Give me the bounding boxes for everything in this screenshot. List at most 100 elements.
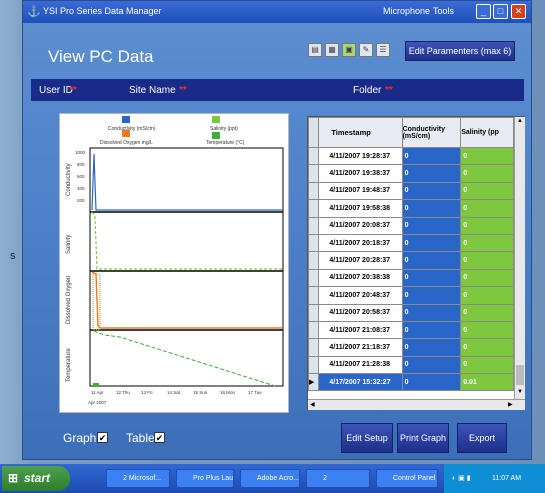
conductivity-cell[interactable]: 0 — [401, 233, 462, 253]
timestamp-cell[interactable]: 4/11/2007 21:28:38 — [318, 355, 403, 375]
data-table-panel[interactable]: Timestamp Conductivity (mS/cm) Salinity … — [307, 116, 525, 410]
table-row[interactable]: ▶ 4/17/2007 15:32:27 0 0.01 — [307, 373, 514, 392]
salinity-cell[interactable]: 0 — [460, 164, 514, 183]
scroll-right-arrow[interactable]: ▶ — [508, 401, 513, 408]
timestamp-cell[interactable]: 4/11/2007 20:38:38 — [318, 268, 403, 288]
conductivity-cell[interactable]: 0 — [401, 355, 462, 375]
row-selector[interactable] — [307, 181, 320, 201]
table-row[interactable]: 4/11/2007 19:48:37 0 0 — [307, 181, 514, 201]
salinity-cell[interactable]: 0 — [460, 286, 514, 305]
task-pro-plus[interactable]: Pro Plus Lau... — [176, 469, 234, 488]
timestamp-cell[interactable]: 4/11/2007 20:18:37 — [318, 233, 403, 253]
conductivity-cell[interactable]: 0 — [401, 303, 462, 322]
row-selector[interactable] — [307, 233, 320, 253]
timestamp-cell[interactable]: 4/11/2007 19:58:38 — [318, 199, 403, 218]
table-row[interactable]: 4/11/2007 20:58:37 0 0 — [307, 303, 514, 322]
maximize-button[interactable]: □ — [493, 4, 508, 19]
start-button[interactable]: ⊞ start — [2, 466, 70, 491]
graph-checkbox[interactable]: ✔ — [97, 432, 108, 443]
row-selector[interactable] — [307, 146, 320, 166]
salinity-cell[interactable]: 0 — [460, 251, 514, 270]
timestamp-cell[interactable]: 4/11/2007 20:58:37 — [318, 303, 403, 322]
table-row[interactable]: 4/11/2007 19:28:37 0 0 — [307, 146, 514, 166]
scroll-thumb[interactable] — [516, 365, 524, 385]
view-both-icon[interactable]: ▣ — [342, 43, 356, 57]
table-row[interactable]: 4/11/2007 20:48:37 0 0 — [307, 286, 514, 305]
timestamp-cell[interactable]: 4/11/2007 21:08:37 — [318, 320, 403, 340]
scroll-up-arrow[interactable]: ▲ — [517, 118, 523, 124]
salinity-cell[interactable]: 0 — [460, 146, 514, 166]
timestamp-cell[interactable]: 4/11/2007 19:38:37 — [318, 164, 403, 183]
salinity-cell[interactable]: 0 — [460, 268, 514, 288]
conductivity-cell[interactable]: 0 — [401, 268, 462, 288]
salinity-cell[interactable]: 0 — [460, 355, 514, 375]
table-row[interactable]: 4/11/2007 21:28:38 0 0 — [307, 355, 514, 375]
salinity-cell[interactable]: 0 — [460, 338, 514, 357]
row-selector[interactable] — [307, 320, 320, 340]
salinity-cell[interactable]: 0 — [460, 181, 514, 201]
close-button[interactable]: ✕ — [511, 4, 526, 19]
view-graph-icon[interactable]: ▤ — [308, 43, 322, 57]
table-checkbox[interactable]: ✔ — [154, 432, 165, 443]
table-row[interactable]: 4/11/2007 20:08:37 0 0 — [307, 216, 514, 235]
conductivity-cell[interactable]: 0 — [401, 199, 462, 218]
conductivity-cell[interactable]: 0 — [401, 251, 462, 270]
table-row[interactable]: 4/11/2007 20:38:38 0 0 — [307, 268, 514, 288]
row-selector[interactable] — [307, 338, 320, 357]
row-selector[interactable] — [307, 355, 320, 375]
conductivity-cell[interactable]: 0 — [401, 164, 462, 183]
timestamp-cell[interactable]: 4/11/2007 20:28:37 — [318, 251, 403, 270]
column-header-conductivity[interactable]: Conductivity (mS/cm) — [401, 117, 462, 148]
menu-microphone[interactable]: Microphone — [383, 6, 430, 16]
view-table-icon[interactable]: ▦ — [325, 43, 339, 57]
task-adobe[interactable]: Adobe Acro... — [240, 469, 300, 488]
salinity-cell[interactable]: 0 — [460, 216, 514, 235]
row-selector[interactable] — [307, 286, 320, 305]
table-row[interactable]: 4/11/2007 19:58:38 0 0 — [307, 199, 514, 218]
edit-parameters-button[interactable]: Edit Paramenters (max 6) — [405, 41, 515, 61]
table-row[interactable]: 4/11/2007 20:28:37 0 0 — [307, 251, 514, 270]
table-row[interactable]: 4/11/2007 20:18:37 0 0 — [307, 233, 514, 253]
row-selector[interactable] — [307, 303, 320, 322]
table-row[interactable]: 4/11/2007 19:38:37 0 0 — [307, 164, 514, 183]
task-control-panel[interactable]: Control Panel — [376, 469, 438, 488]
column-header-timestamp[interactable]: Timestamp — [318, 117, 403, 148]
timestamp-cell[interactable]: 4/11/2007 21:18:37 — [318, 338, 403, 357]
task-group[interactable]: 2 — [306, 469, 370, 488]
row-selector[interactable] — [307, 216, 320, 235]
minimize-button[interactable]: _ — [476, 4, 491, 19]
graph-panel[interactable]: Conductivity (mS/cm) Salinity (ppt) Diss… — [59, 113, 289, 413]
menu-tools[interactable]: Tools — [433, 6, 454, 16]
row-selector[interactable] — [307, 251, 320, 270]
table-toggle-label[interactable]: Table — [126, 431, 155, 445]
scroll-down-arrow[interactable]: ▼ — [517, 389, 523, 395]
table-row[interactable]: 4/11/2007 21:08:37 0 0 — [307, 320, 514, 340]
salinity-cell[interactable]: 0 — [460, 199, 514, 218]
graph-toggle-label[interactable]: Graph — [63, 431, 96, 445]
salinity-cell[interactable]: 0.01 — [460, 373, 514, 392]
print-graph-button[interactable]: Print Graph — [397, 423, 449, 453]
conductivity-cell[interactable]: 0 — [401, 216, 462, 235]
row-selector[interactable] — [307, 164, 320, 183]
timestamp-cell[interactable]: 4/11/2007 19:48:37 — [318, 181, 403, 201]
tray-icons[interactable]: ◐ ▣ ▮ — [452, 464, 471, 493]
table-row[interactable]: 4/11/2007 21:18:37 0 0 — [307, 338, 514, 357]
timestamp-cell[interactable]: 4/17/2007 15:32:27 — [318, 373, 403, 392]
row-selector[interactable]: ▶ — [307, 373, 320, 392]
scroll-left-arrow[interactable]: ◀ — [310, 401, 315, 408]
conductivity-cell[interactable]: 0 — [401, 373, 462, 392]
salinity-cell[interactable]: 0 — [460, 303, 514, 322]
timestamp-cell[interactable]: 4/11/2007 19:28:37 — [318, 146, 403, 166]
edit-setup-button[interactable]: Edit Setup — [341, 423, 393, 453]
row-selector[interactable] — [307, 268, 320, 288]
conductivity-cell[interactable]: 0 — [401, 146, 462, 166]
column-header-salinity[interactable]: Salinity (pp — [460, 117, 514, 148]
edit-icon[interactable]: ✎ — [359, 43, 373, 57]
export-button[interactable]: Export — [457, 423, 507, 453]
timestamp-cell[interactable]: 4/11/2007 20:48:37 — [318, 286, 403, 305]
salinity-cell[interactable]: 0 — [460, 320, 514, 340]
salinity-cell[interactable]: 0 — [460, 233, 514, 253]
row-selector[interactable] — [307, 199, 320, 218]
horizontal-scrollbar[interactable]: ◀ ▶ — [308, 399, 525, 410]
vertical-scrollbar[interactable]: ▲ ▼ — [514, 117, 525, 399]
